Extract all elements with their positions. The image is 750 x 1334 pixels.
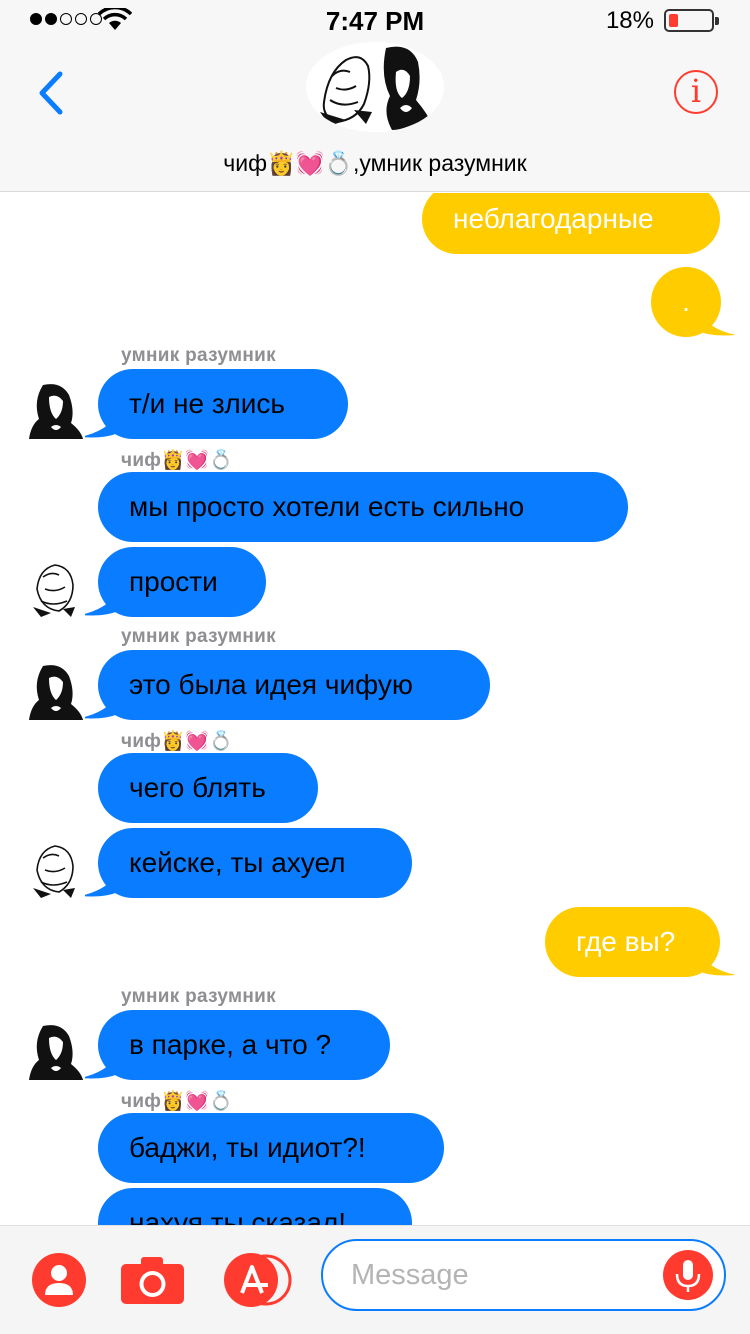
- battery-low-icon: [664, 9, 719, 32]
- outgoing-message[interactable]: где вы?: [545, 907, 720, 977]
- sender-name: чиф👸💓💍: [121, 450, 234, 471]
- avatar-umnik[interactable]: [27, 381, 85, 439]
- avatar-chif[interactable]: [27, 840, 85, 898]
- sender-name: умник разумник: [121, 345, 276, 366]
- info-icon[interactable]: i: [674, 70, 718, 114]
- microphone-icon[interactable]: [663, 1250, 713, 1300]
- outgoing-message[interactable]: неблагодарные: [422, 193, 720, 254]
- group-avatar-image: [306, 42, 444, 132]
- outgoing-bubble-tail: [698, 311, 736, 336]
- status-bar: 7:47 PM 18%: [0, 0, 750, 40]
- sender-name: умник разумник: [121, 626, 276, 647]
- sender-name: чиф👸💓💍: [121, 1091, 234, 1112]
- incoming-message[interactable]: в парке, а что ?: [98, 1010, 390, 1080]
- battery-percent: 18%: [605, 7, 654, 34]
- incoming-message[interactable]: кейске, ты ахуел: [98, 828, 412, 898]
- camera-icon[interactable]: [121, 1256, 184, 1304]
- message-input-container[interactable]: [321, 1239, 726, 1311]
- incoming-message[interactable]: баджи, ты идиот?!: [98, 1113, 444, 1183]
- outgoing-bubble-tail: [698, 951, 736, 976]
- message-list[interactable]: неблагодарные . умник разумник т/и не зл…: [0, 193, 750, 1225]
- conversation-header: i чиф👸💓💍,умник разумник: [0, 40, 750, 192]
- compose-bar: [0, 1225, 750, 1334]
- sender-name: чиф👸💓💍: [121, 731, 234, 752]
- app-store-icon[interactable]: [224, 1253, 292, 1307]
- incoming-message[interactable]: это была идея чифую: [98, 650, 490, 720]
- incoming-message[interactable]: прости: [98, 547, 266, 617]
- sender-name: умник разумник: [121, 986, 276, 1007]
- message-input[interactable]: [351, 1255, 651, 1295]
- conversation-title: чиф👸💓💍,умник разумник: [223, 150, 527, 176]
- incoming-message[interactable]: мы просто хотели есть сильно: [98, 472, 628, 542]
- avatar-umnik[interactable]: [27, 1022, 85, 1080]
- chevron-left-icon[interactable]: [32, 68, 72, 118]
- avatar-chif[interactable]: [27, 559, 85, 617]
- incoming-message[interactable]: нахуя ты сказал!: [98, 1188, 412, 1225]
- group-avatar[interactable]: [306, 42, 444, 132]
- person-icon[interactable]: [32, 1253, 86, 1307]
- incoming-message[interactable]: чего блять: [98, 753, 318, 823]
- incoming-message[interactable]: т/и не злись: [98, 369, 348, 439]
- avatar-umnik[interactable]: [27, 662, 85, 720]
